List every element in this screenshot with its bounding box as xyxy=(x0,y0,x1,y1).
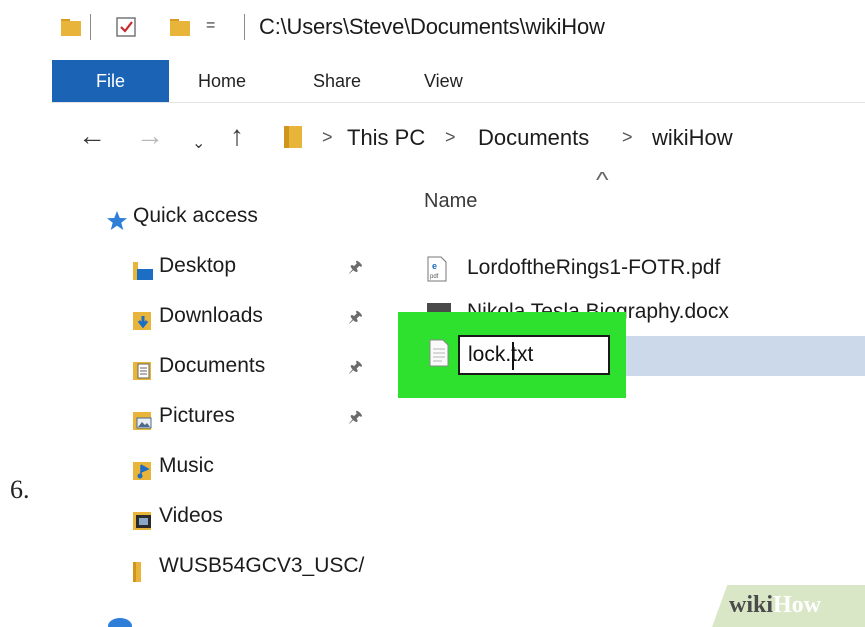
sidebar-item-label: Downloads xyxy=(159,304,263,327)
rename-input-value: lock.txt xyxy=(468,343,534,366)
window-title-path: C:\Users\Steve\Documents\wikiHow xyxy=(259,14,605,39)
step-number: 6. xyxy=(10,475,30,504)
tab-share[interactable]: Share xyxy=(313,60,361,102)
folder-icon xyxy=(60,16,82,43)
watermark-how: How xyxy=(773,592,822,618)
pdf-file-icon: e pdf xyxy=(426,256,448,282)
properties-check-icon[interactable] xyxy=(115,16,137,43)
documents-folder-icon xyxy=(132,356,154,380)
pin-icon[interactable]: 🖈 xyxy=(348,356,363,383)
sidebar-item-label: Pictures xyxy=(159,404,235,427)
location-folder-icon xyxy=(282,124,304,155)
breadcrumb-wikihow[interactable]: wikiHow xyxy=(652,125,733,151)
text-caret xyxy=(512,342,514,370)
file-explorer-window: = C:\Users\Steve\Documents\wikiHow File … xyxy=(52,0,865,627)
title-separator-2 xyxy=(244,14,245,40)
wikihow-watermark: wikiHow xyxy=(729,592,821,619)
folder-icon xyxy=(132,556,154,582)
file-name: LordoftheRings1-FOTR.pdf xyxy=(467,256,721,279)
tab-home[interactable]: Home xyxy=(198,60,246,102)
customize-toolbar-icon[interactable]: = xyxy=(206,17,215,35)
up-arrow-icon[interactable]: ↑ xyxy=(230,121,244,151)
tab-view[interactable]: View xyxy=(424,60,463,102)
pin-icon[interactable]: 🖈 xyxy=(348,406,363,433)
forward-arrow-icon[interactable]: → xyxy=(136,121,164,151)
pin-icon[interactable]: 🖈 xyxy=(348,256,363,283)
svg-text:pdf: pdf xyxy=(430,274,439,280)
star-icon xyxy=(106,206,128,230)
navigation-pane: Quick access Desktop 🖈 Downloads 🖈 Docum… xyxy=(52,172,397,627)
breadcrumb-separator: > xyxy=(322,127,333,147)
rename-input[interactable]: lock.txt xyxy=(458,335,610,375)
title-separator xyxy=(90,14,91,40)
sidebar-item-label: Music xyxy=(159,454,214,477)
breadcrumb-this-pc[interactable]: This PC xyxy=(347,125,425,151)
sort-ascending-icon[interactable]: ˄ xyxy=(595,172,610,187)
breadcrumb-separator: > xyxy=(622,127,633,147)
sidebar-item-label: Videos xyxy=(159,504,223,527)
column-header-name[interactable]: Name xyxy=(424,190,477,213)
downloads-folder-icon xyxy=(132,306,154,330)
sidebar-item-label: WUSB54GCV3_USC/ xyxy=(159,554,365,577)
sidebar-item-label: Documents xyxy=(159,354,266,377)
recent-locations-chevron-icon[interactable]: ⌄ xyxy=(192,129,205,159)
tab-file[interactable]: File xyxy=(52,60,169,102)
pictures-folder-icon xyxy=(132,406,154,430)
breadcrumb-documents[interactable]: Documents xyxy=(478,125,589,151)
pin-icon[interactable]: 🖈 xyxy=(348,306,363,333)
music-folder-icon xyxy=(132,456,154,480)
watermark-wiki: wiki xyxy=(729,592,774,618)
sidebar-item-label: Quick access xyxy=(133,204,258,227)
videos-folder-icon xyxy=(132,506,154,530)
ribbon-tabs: File Home Share View xyxy=(52,60,865,102)
svg-text:e: e xyxy=(432,261,437,271)
file-list-pane: ˄ Name epdf LordoftheRings1-FOTR.pdf wm … xyxy=(397,172,865,627)
back-arrow-icon[interactable]: ← xyxy=(78,121,106,151)
text-file-icon xyxy=(428,339,450,367)
new-folder-icon[interactable] xyxy=(169,16,191,43)
address-bar: ← → ⌄ ↑ > This PC > Documents > wikiHow xyxy=(52,102,865,173)
file-row[interactable]: e pdf LordoftheRings1-FOTR.pdf xyxy=(397,250,865,288)
onedrive-cloud-icon[interactable] xyxy=(106,612,134,627)
breadcrumb-separator: > xyxy=(445,127,456,147)
title-bar: = C:\Users\Steve\Documents\wikiHow xyxy=(52,0,865,60)
sidebar-item-label: Desktop xyxy=(159,254,237,277)
desktop-folder-icon xyxy=(132,256,154,280)
